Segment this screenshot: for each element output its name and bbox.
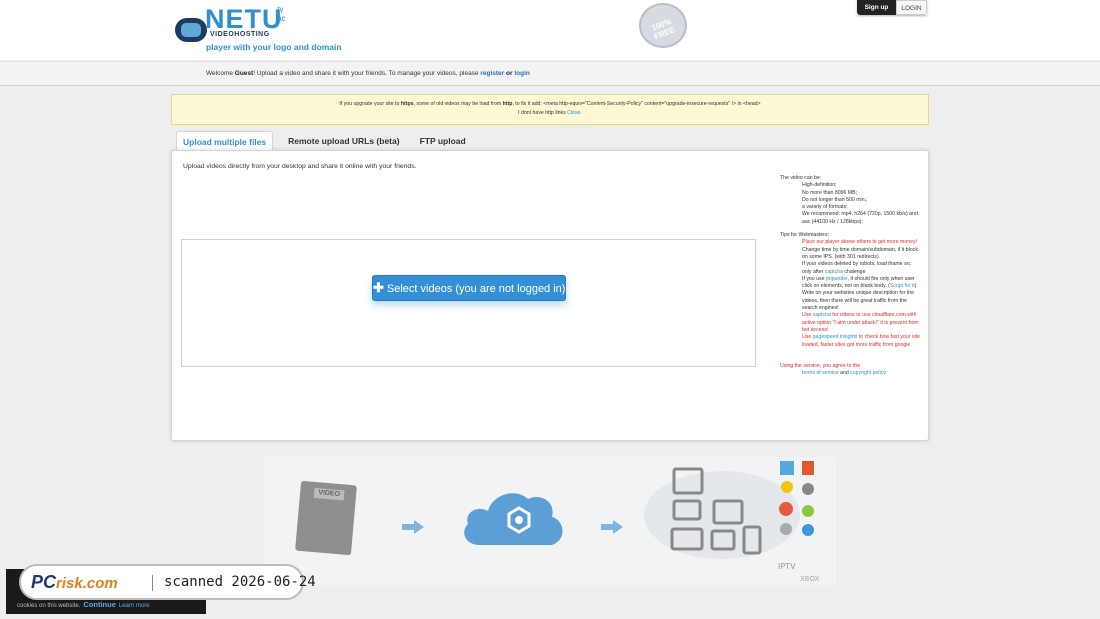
popunder-link[interactable]: popunder xyxy=(826,276,848,282)
login-button[interactable]: LOGIN xyxy=(896,0,927,15)
tip-text: If you use xyxy=(802,275,826,282)
list-item: Do not longer than 500 min.; xyxy=(802,196,868,203)
tab-upload-multiple[interactable]: Upload multiple files xyxy=(176,131,274,151)
devices-map-icon: IPTV XBOX xyxy=(644,461,820,583)
upload-dropzone[interactable]: ✚ Select videos (you are not logged in) xyxy=(181,239,756,367)
pagespeed-link[interactable]: pagespeed insights xyxy=(813,334,858,340)
tip-text: chalenge xyxy=(842,268,866,275)
tip-text: Use xyxy=(802,312,813,319)
film-reel-icon: VIDEO xyxy=(295,480,357,556)
logo-tld-tv: .tv xyxy=(275,5,284,14)
upload-illustration: VIDEO IPTV XBOX xyxy=(264,457,836,585)
pcrisk-pc: PC xyxy=(31,572,57,592)
tip-text: ) xyxy=(914,283,917,290)
login-link[interactable]: login xyxy=(514,70,530,77)
tip-item: Use captcha for videos or use cloudflare… xyxy=(802,312,920,334)
tip-item: Change time by time domain/subdomain, if… xyxy=(802,246,918,260)
tips-heading: Tips for Webmasters: xyxy=(780,232,830,239)
notice-close-link[interactable]: Close. xyxy=(567,110,582,116)
notice-text-d: I dont have http links xyxy=(518,110,568,116)
tv-logo-icon[interactable] xyxy=(175,18,207,42)
tip-item: If you use popunder, it should fire only… xyxy=(802,276,920,291)
policy-link[interactable]: copyright policy xyxy=(850,370,886,376)
pcrisk-risk: risk.com xyxy=(56,575,118,592)
signup-button[interactable]: Sign up xyxy=(857,0,896,15)
welcome-middle: ! Upload a video and share it with your … xyxy=(253,70,481,77)
tip-item: Write on your websites unique descriptio… xyxy=(802,290,915,312)
welcome-guest: Guest xyxy=(234,70,254,77)
tip-item: Place our player above others to get mor… xyxy=(802,239,918,246)
tip-text: Use xyxy=(802,334,813,341)
logo-tld-ac: .ac xyxy=(275,14,286,23)
arrow-right-icon xyxy=(402,520,424,534)
video-requirements-list: High-definition; No more than 8096 MB; D… xyxy=(780,182,920,226)
tab-remote-upload[interactable]: Remote upload URLs (beta) xyxy=(282,131,405,151)
list-item: We recommend: mp4, h264 (720p, 1500 kb/s… xyxy=(802,211,918,225)
select-videos-label: Select videos (you are not logged in) xyxy=(386,283,566,295)
plus-icon: ✚ xyxy=(373,280,384,295)
tagline: player with your logo and domain xyxy=(206,42,342,52)
film-label: VIDEO xyxy=(313,487,345,501)
auth-buttons: Sign up LOGIN xyxy=(857,0,927,15)
cookie-continue-button[interactable]: Continue xyxy=(83,600,116,609)
pcrisk-logo: PCrisk.com xyxy=(31,572,118,593)
list-item: High-definition; xyxy=(802,182,837,189)
video-requirements-heading: The video can be: xyxy=(780,175,822,181)
notice-https: https xyxy=(400,101,414,107)
upload-intro: Upload videos directly from your desktop… xyxy=(183,163,417,170)
welcome-message: Welcome Guest! Upload a video and share … xyxy=(206,70,530,77)
notice-text-b: , some of old videos may be load from xyxy=(413,101,503,107)
register-link[interactable]: register xyxy=(480,70,504,77)
notice-line-1: If you upgrade your site to https, some … xyxy=(172,101,928,107)
notice-line-2: I dont have http links Close. xyxy=(172,110,928,116)
list-item: No more than 8096 MB; xyxy=(802,189,858,196)
terms-list: terms of service and copyright policy xyxy=(780,370,920,377)
welcome-prefix: Welcome xyxy=(206,70,235,77)
welcome-or: or xyxy=(504,70,515,77)
free-badge-label: 100% FREE xyxy=(650,17,677,42)
cookie-text: cookies on this website. Continue Learn mo… xyxy=(17,600,150,609)
select-videos-button[interactable]: ✚ Select videos (you are not logged in) xyxy=(372,275,566,301)
script-link[interactable]: Script for it xyxy=(890,283,915,289)
captcha-link-2[interactable]: captcha xyxy=(813,312,831,318)
upload-panel: Upload videos directly from your desktop… xyxy=(171,150,929,441)
info-sidebar: The video can be: High-definition; No mo… xyxy=(780,175,920,377)
upload-tabs: Upload multiple files Remote upload URLs… xyxy=(176,131,476,151)
https-notice: If you upgrade your site to https, some … xyxy=(171,94,929,125)
free-badge-icon: 100% FREE xyxy=(639,3,687,48)
captcha-link[interactable]: captcha xyxy=(825,269,843,275)
cookie-message: cookies on this website. xyxy=(17,603,81,609)
terms-heading: Using the service, you agree to the xyxy=(780,362,861,369)
tab-ftp-upload[interactable]: FTP upload xyxy=(414,131,472,151)
terms-and: and xyxy=(838,370,851,377)
pcrisk-watermark: PCrisk.com scanned 2026-06-24 xyxy=(19,564,316,600)
cloud-upload-icon xyxy=(464,493,563,545)
notice-http: http xyxy=(502,101,513,107)
terms-link[interactable]: terms of service xyxy=(802,370,839,376)
notice-text-c: , to fix it add: <meta http-equiv="Conte… xyxy=(512,101,761,107)
tip-item: If your videos deleted by robots, load i… xyxy=(802,261,920,276)
notice-text-a: If you upgrade your site to xyxy=(339,101,401,107)
list-item: a variety of formats; xyxy=(802,204,848,211)
scan-date: scanned 2026-06-24 xyxy=(164,574,316,590)
tip-item: Use pagespeed insights to check how fast… xyxy=(802,334,920,349)
terms-item: terms of service and copyright policy xyxy=(802,370,920,377)
site-header: NETU .tv .ac VIDEOHOSTING player with yo… xyxy=(0,0,1100,60)
xbox-label: XBOX xyxy=(800,575,820,583)
cookie-learn-more-link[interactable]: Learn more xyxy=(119,603,150,609)
iptv-label: IPTV xyxy=(778,562,796,571)
arrow-right-icon xyxy=(601,520,623,534)
logo-subtitle: VIDEOHOSTING xyxy=(210,31,270,38)
tips-list: Place our player above others to get mor… xyxy=(780,239,920,348)
welcome-bar: Welcome Guest! Upload a video and share … xyxy=(0,61,1100,86)
watermark-divider xyxy=(152,575,153,591)
